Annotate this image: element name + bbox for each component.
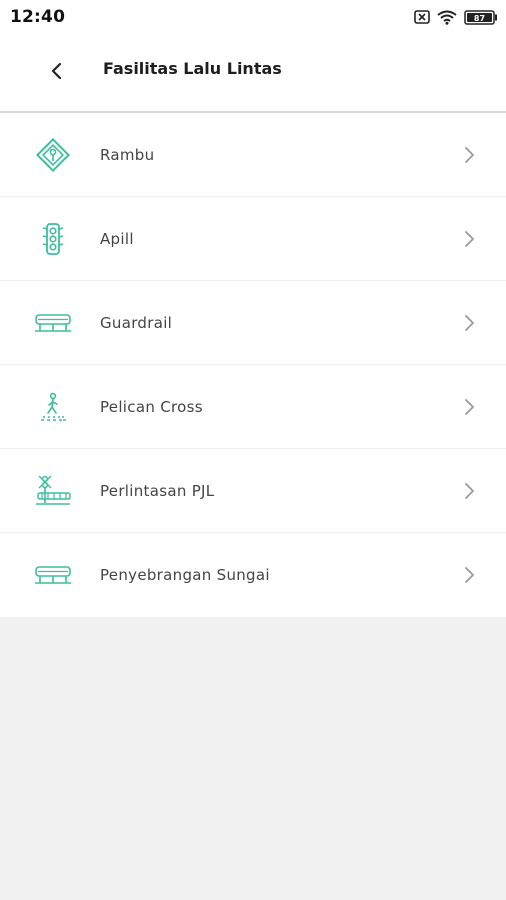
list-item-label: Perlintasan PJL — [100, 481, 215, 500]
page-title: Fasilitas Lalu Lintas — [103, 59, 282, 78]
chevron-right-icon — [465, 231, 474, 247]
list-item-penyebrangan-sungai[interactable]: Penyebrangan Sungai — [0, 533, 506, 617]
railway-crossing-icon — [34, 473, 72, 509]
status-bar: 12:40 87 — [0, 0, 506, 34]
facility-list: Rambu Apill Guardrail Pelican Cross Perl… — [0, 113, 506, 617]
list-item-label: Pelican Cross — [100, 397, 203, 416]
list-item-pelican-cross[interactable]: Pelican Cross — [0, 365, 506, 449]
no-sim-icon — [414, 10, 430, 24]
battery-icon: 87 — [464, 9, 498, 25]
back-button[interactable] — [44, 58, 70, 84]
wifi-icon — [437, 10, 457, 25]
list-item-apill[interactable]: Apill — [0, 197, 506, 281]
pedestrian-crossing-icon — [34, 389, 72, 425]
list-item-label: Penyebrangan Sungai — [100, 566, 270, 584]
guardrail-icon — [34, 305, 72, 341]
list-item-label: Apill — [100, 229, 134, 248]
list-item-perlintasan-pjl[interactable]: Perlintasan PJL — [0, 449, 506, 533]
chevron-right-icon — [465, 483, 474, 499]
river-crossing-icon — [34, 557, 72, 593]
chevron-right-icon — [465, 147, 474, 163]
battery-level: 87 — [474, 14, 485, 23]
chevron-right-icon — [465, 315, 474, 331]
list-item-label: Guardrail — [100, 313, 173, 332]
app-header: Fasilitas Lalu Lintas — [0, 34, 506, 113]
list-item-rambu[interactable]: Rambu — [0, 113, 506, 197]
status-time: 12:40 — [10, 7, 66, 27]
back-arrow-icon — [51, 62, 62, 80]
list-item-guardrail[interactable]: Guardrail — [0, 281, 506, 365]
chevron-right-icon — [465, 399, 474, 415]
top-area: 12:40 87 Fasilitas Lalu Lintas — [0, 0, 506, 113]
chevron-right-icon — [465, 567, 474, 583]
app-screen: 12:40 87 Fasilitas Lalu Lintas Rambu Api… — [0, 0, 506, 900]
traffic-light-icon — [34, 221, 72, 257]
list-item-label: Rambu — [100, 145, 155, 164]
status-icons: 87 — [414, 9, 498, 25]
traffic-sign-icon — [34, 137, 72, 173]
empty-area — [0, 617, 506, 900]
